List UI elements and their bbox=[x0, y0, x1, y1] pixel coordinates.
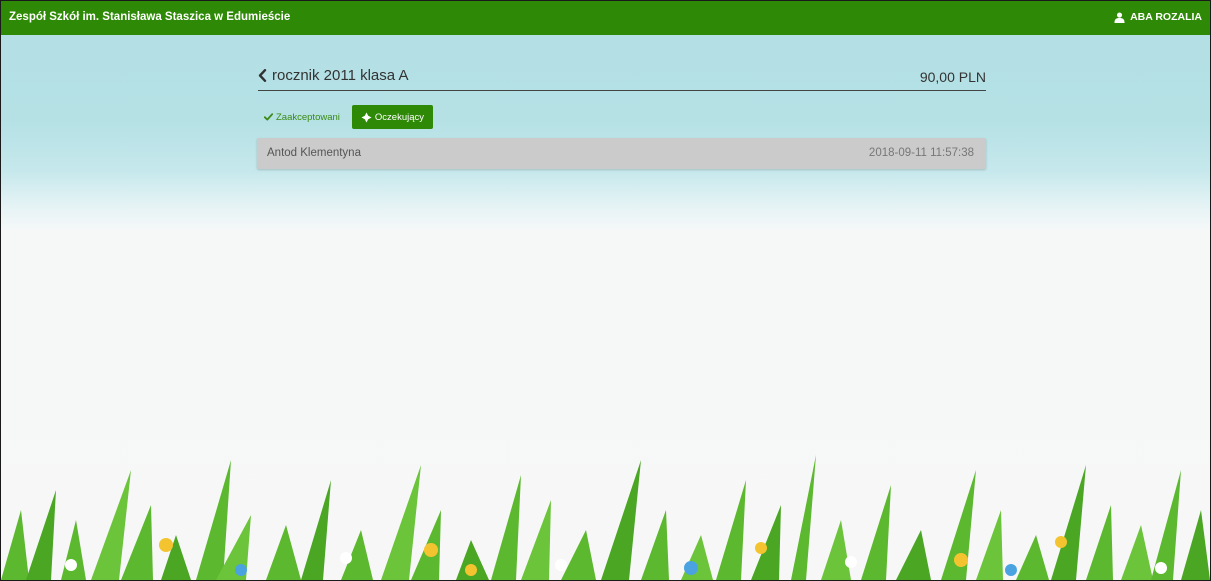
status-tabs: Zaakceptowani Oczekujący bbox=[258, 105, 434, 129]
school-name[interactable]: Zespół Szkół im. Stanisława Staszica w E… bbox=[9, 11, 290, 23]
top-navbar: Zespół Szkół im. Stanisława Staszica w E… bbox=[1, 1, 1210, 35]
submission-date: 2018-09-11 11:57:38 bbox=[868, 147, 974, 159]
grass-decoration bbox=[1, 455, 1210, 580]
list-item[interactable]: Antod Klementyna 2018-09-11 11:57:38 bbox=[257, 138, 986, 169]
group-title: rocznik 2011 klasa A bbox=[272, 67, 409, 84]
check-icon bbox=[264, 113, 273, 121]
tab-accepted[interactable]: Zaakceptowani bbox=[258, 109, 346, 126]
tab-accepted-label: Zaakceptowani bbox=[276, 111, 340, 123]
app-window: Zespół Szkół im. Stanisława Staszica w E… bbox=[0, 0, 1211, 581]
amount-value: 90,00 PLN bbox=[919, 69, 986, 85]
person-name: Antod Klementyna bbox=[267, 147, 361, 159]
user-name: ABA ROZALIA bbox=[1130, 11, 1202, 23]
group-header: rocznik 2011 klasa A 90,00 PLN bbox=[258, 67, 986, 91]
hourglass-icon bbox=[361, 112, 372, 122]
tab-pending-label: Oczekujący bbox=[374, 111, 425, 123]
user-icon bbox=[1114, 11, 1125, 23]
chevron-left-icon bbox=[258, 69, 267, 82]
user-menu[interactable]: ABA ROZALIA bbox=[1114, 11, 1202, 23]
back-link[interactable]: rocznik 2011 klasa A bbox=[258, 67, 408, 84]
tab-pending[interactable]: Oczekujący bbox=[351, 105, 434, 129]
